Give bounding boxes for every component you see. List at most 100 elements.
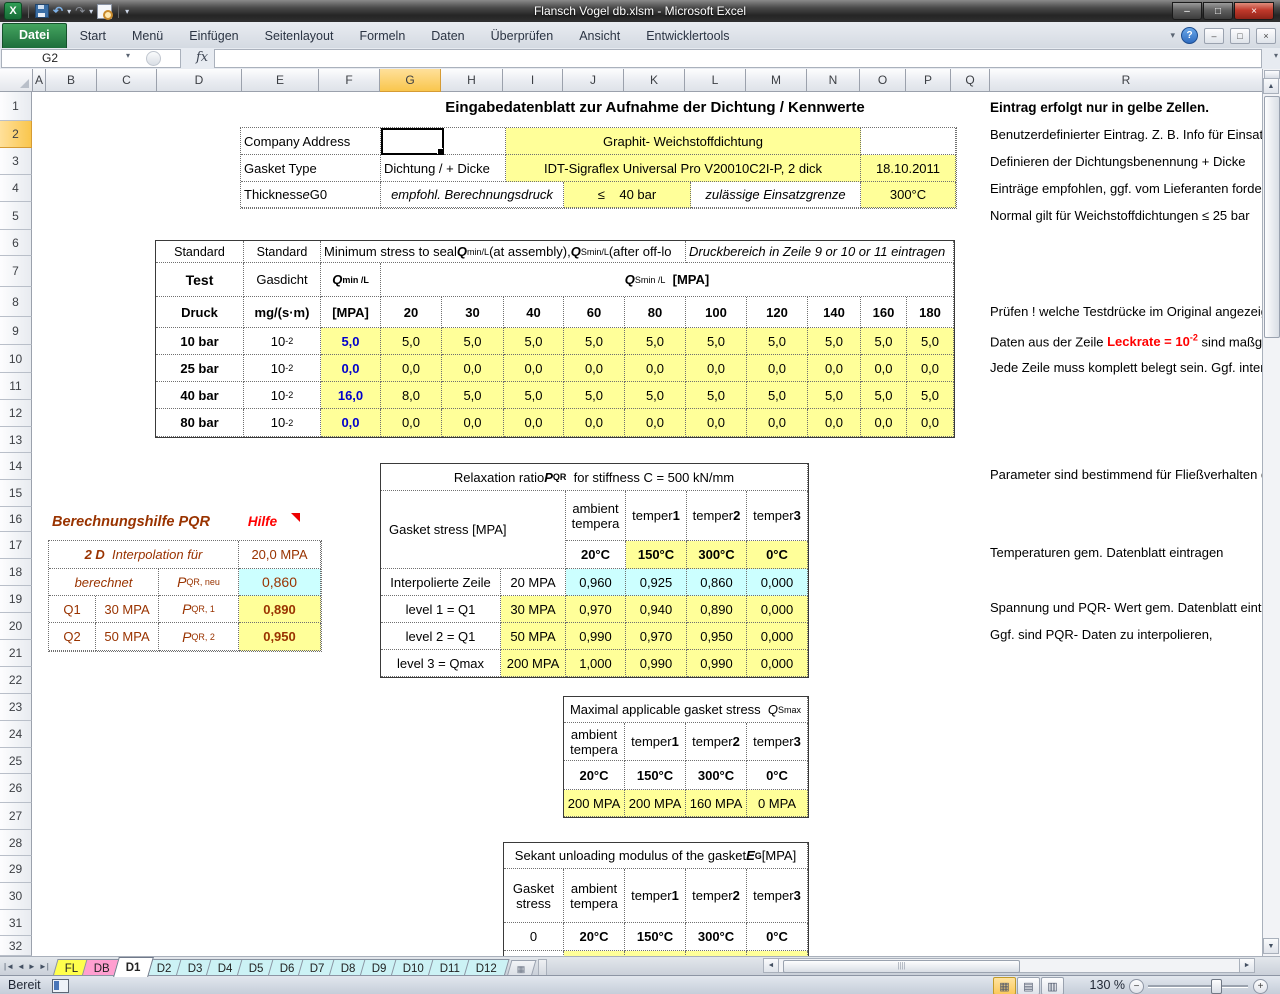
tab-start[interactable]: Start [67, 25, 119, 48]
page-layout-view-button[interactable]: ▤ [1017, 977, 1040, 994]
column-header-G[interactable]: G [380, 69, 441, 92]
column-header-K[interactable]: K [624, 69, 685, 92]
table-cell[interactable]: PQR, 2 [159, 623, 239, 651]
row-header-4[interactable]: 4 [0, 175, 32, 202]
table-cell[interactable]: 0,860 [239, 569, 321, 596]
help-icon[interactable]: ? [1181, 27, 1198, 44]
row-header-10[interactable]: 10 [0, 345, 32, 373]
page-break-view-button[interactable]: ▥ [1041, 977, 1064, 994]
table-cell[interactable]: 10-2 [244, 328, 321, 355]
zoom-level-label[interactable]: 130 % [1090, 978, 1125, 992]
table-cell[interactable]: 0,0 [504, 355, 564, 382]
table-cell[interactable]: 150°C [626, 541, 687, 569]
fill-handle[interactable] [437, 148, 444, 155]
table-cell[interactable]: 0,0 [564, 355, 625, 382]
table-cell[interactable]: 300°C [686, 761, 747, 790]
table-cell[interactable]: 16,0 [321, 382, 381, 409]
table-cell[interactable]: zulässige Einsatzgrenze [691, 182, 861, 208]
table-cell[interactable]: temper 3 [747, 869, 808, 923]
table-cell[interactable]: Qmin /L [321, 263, 381, 297]
note-row8[interactable]: Prüfen ! welche Testdrücke im Original a… [990, 304, 1263, 319]
tab-seitenlayout[interactable]: Seitenlayout [252, 25, 347, 48]
table-cell[interactable]: 0,0 [861, 355, 907, 382]
table-cell[interactable]: PQR, 1 [159, 596, 239, 623]
table-cell[interactable]: 0,0 [442, 355, 504, 382]
row-header-5[interactable]: 5 [0, 202, 32, 230]
column-header-H[interactable]: H [441, 69, 503, 92]
scroll-down-icon[interactable]: ▼ [1263, 938, 1279, 954]
note-row19[interactable]: Spannung und PQR- Wert gem. Datenblatt e… [990, 600, 1263, 615]
insert-function-button[interactable] [146, 51, 161, 66]
table-cell[interactable]: 0,0 [907, 355, 954, 382]
zoom-slider-track[interactable] [1148, 985, 1248, 988]
note-row20[interactable]: Ggf. sind PQR- Daten zu interpolieren, [990, 627, 1263, 642]
table-cell[interactable]: temper 1 [625, 869, 686, 923]
tab-split-handle[interactable] [538, 959, 547, 976]
note-row17[interactable]: Temperaturen gem. Datenblatt eintragen [990, 545, 1263, 560]
normal-view-button[interactable]: ▦ [993, 977, 1016, 994]
table-cell[interactable]: 0,860 [687, 569, 747, 596]
col-header-cell[interactable]: 20 [381, 297, 442, 328]
column-header-I[interactable]: I [503, 69, 563, 92]
table-cell[interactable]: ambienttempera [564, 869, 625, 923]
table-cell[interactable]: 0,0 [861, 409, 907, 437]
table-cell[interactable]: 0°C [747, 923, 808, 951]
table-cell[interactable]: 40 bar [156, 382, 244, 409]
row-header-12[interactable]: 12 [0, 400, 32, 427]
column-header-B[interactable]: B [46, 69, 97, 92]
row-header-17[interactable]: 17 [0, 532, 32, 559]
table-cell[interactable]: 0,970 [566, 596, 626, 623]
limit-cell[interactable]: 300°C [861, 182, 956, 208]
row-header-15[interactable]: 15 [0, 480, 32, 507]
gasket-type-cell[interactable]: IDT-Sigraflex Universal Pro V20010C2I-P,… [506, 155, 861, 182]
table-cell[interactable]: 0,000 [747, 596, 808, 623]
table-cell[interactable] [861, 128, 956, 155]
col-header-cell[interactable]: 60 [564, 297, 625, 328]
table-cell[interactable]: 0 [504, 923, 564, 951]
table-cell[interactable]: 0,000 [747, 569, 808, 596]
table-cell[interactable]: QSmin /L [MPA] [381, 263, 954, 297]
note-header[interactable]: Eintrag erfolgt nur in gelbe Zellen. [990, 100, 1263, 115]
table-cell[interactable]: 10-2 [244, 355, 321, 382]
row-header-27[interactable]: 27 [0, 803, 32, 830]
next-sheet-icon[interactable]: ► [28, 962, 36, 971]
column-header-R[interactable]: R [990, 69, 1263, 92]
table-cell[interactable]: 20°C [564, 923, 625, 951]
table-cell[interactable]: 20 MPA [501, 569, 566, 596]
row-header-21[interactable]: 21 [0, 640, 32, 667]
table-cell[interactable]: Standard [244, 241, 321, 263]
row-header-31[interactable]: 31 [0, 910, 32, 936]
table-cell[interactable]: 0,0 [808, 409, 861, 437]
formula-bar-expand-icon[interactable]: ▾ [1274, 51, 1278, 60]
table-cell[interactable]: 0,0 [564, 409, 625, 437]
table-cell[interactable]: 20°C [566, 541, 626, 569]
table-cell[interactable]: berechnet [49, 569, 159, 596]
table-cell[interactable]: 200 MPA [564, 790, 625, 817]
col-header-cell[interactable]: 180 [907, 297, 954, 328]
table-title-cell[interactable]: Relaxation ratio PQR for stiffness C = 5… [381, 464, 808, 491]
last-sheet-icon[interactable]: ►| [39, 962, 49, 971]
table-cell[interactable]: Druck [156, 297, 244, 328]
table-cell[interactable]: 10-2 [244, 409, 321, 437]
col-header-cell[interactable]: 30 [442, 297, 504, 328]
fx-icon[interactable]: fx [196, 50, 208, 65]
tab-formeln[interactable]: Formeln [346, 25, 418, 48]
table-cell[interactable]: 8,0 [381, 382, 442, 409]
table-cell[interactable]: 0,0 [747, 355, 808, 382]
table-cell[interactable]: [MPA] [321, 297, 381, 328]
table-cell[interactable]: 0,0 [808, 355, 861, 382]
table-cell[interactable]: 300°C [686, 923, 747, 951]
note-row4[interactable]: Einträge empfohlen, ggf. vom Lieferanten… [990, 181, 1263, 196]
collapse-ribbon-icon[interactable]: ▾ [1170, 30, 1175, 41]
table-cell[interactable]: 160 MPA [686, 790, 747, 817]
table-cell[interactable]: 200 MPA [501, 650, 566, 677]
selected-cell-g2[interactable] [381, 128, 444, 155]
table-cell[interactable]: 5,0 [442, 328, 504, 355]
col-header-cell[interactable]: 160 [861, 297, 907, 328]
row-header-11[interactable]: 11 [0, 373, 32, 400]
row-header-19[interactable]: 19 [0, 586, 32, 613]
row-header-22[interactable]: 22 [0, 667, 32, 694]
restore-button[interactable]: □ [1203, 2, 1233, 20]
table-cell[interactable]: Company Address [241, 128, 381, 155]
table-cell[interactable]: 1,000 [566, 650, 626, 677]
